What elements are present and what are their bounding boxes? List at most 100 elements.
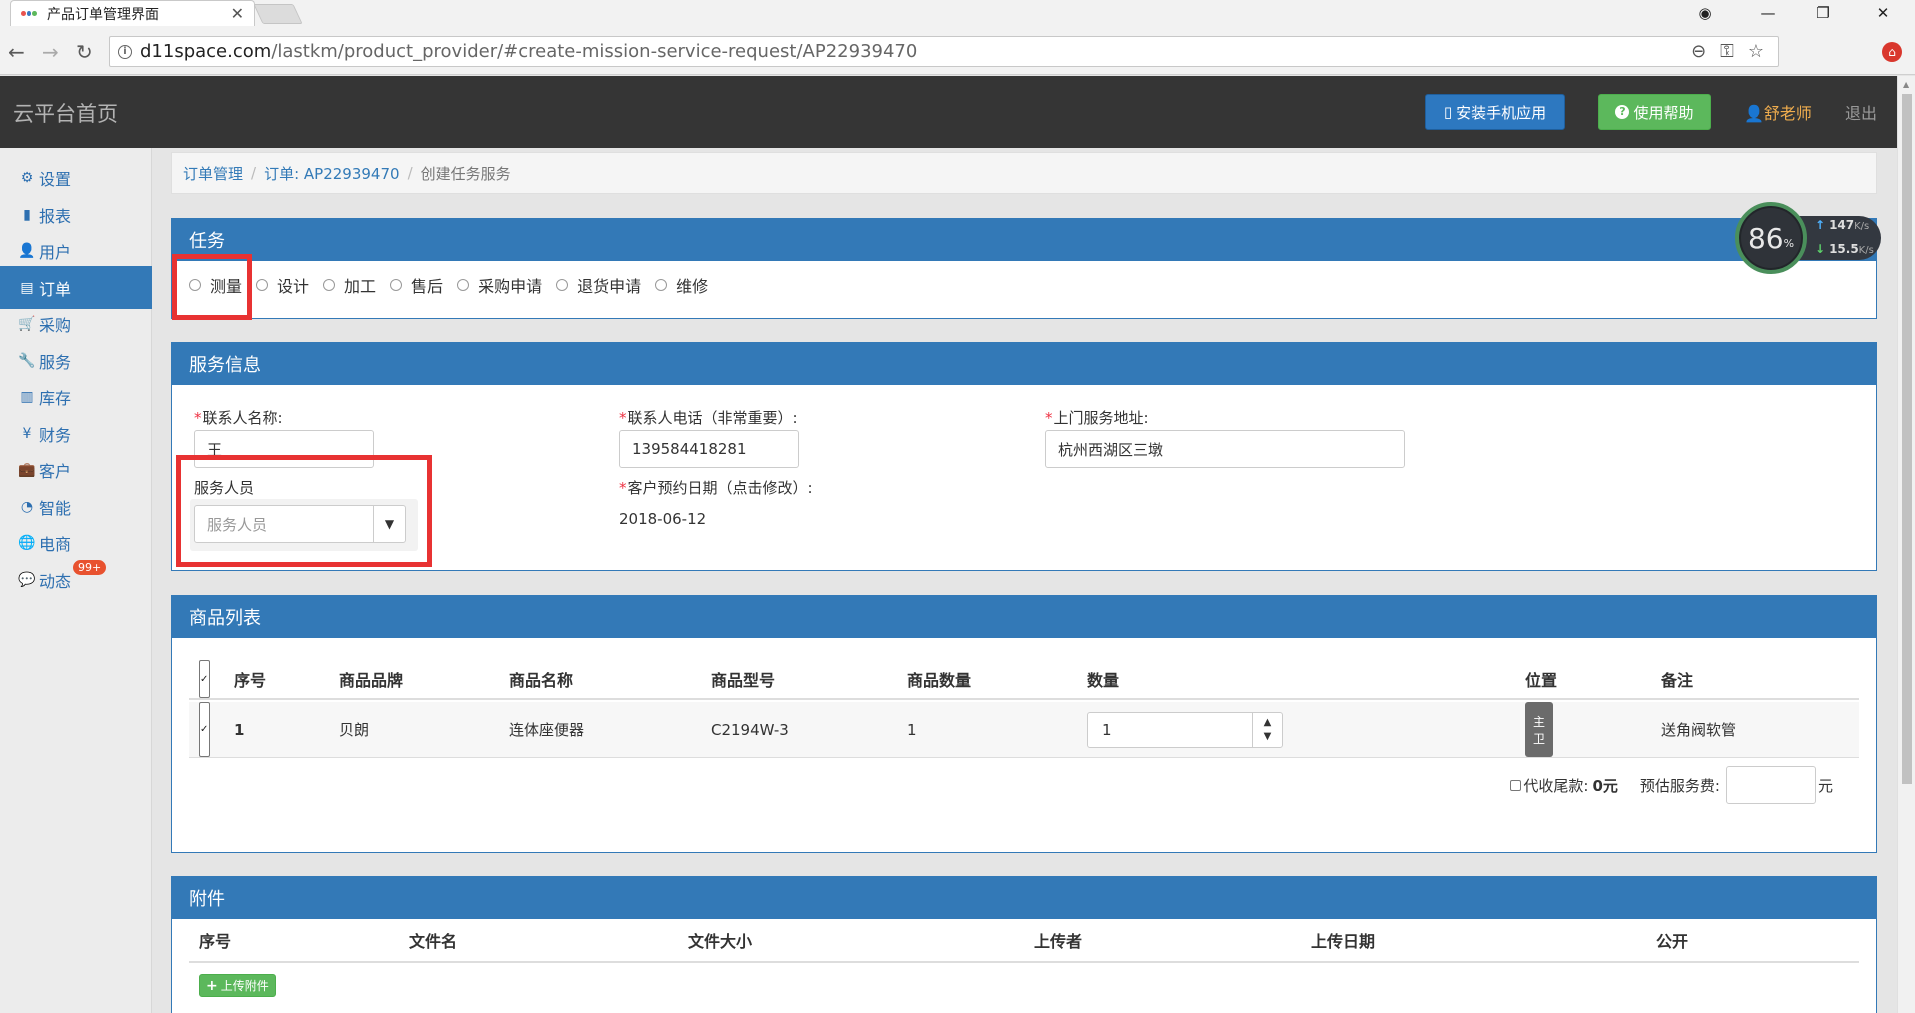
radio-circle[interactable] bbox=[390, 279, 403, 291]
column-header: 序号 bbox=[234, 671, 267, 690]
column-header: 商品品牌 bbox=[339, 671, 404, 690]
help-button[interactable]: ? 使用帮助 bbox=[1598, 94, 1711, 130]
panel-title: 附件 bbox=[172, 877, 1876, 919]
panel-title: 服务信息 bbox=[172, 343, 1876, 385]
quantity-stepper[interactable]: 1 ▲ ▼ bbox=[1087, 712, 1283, 748]
browser-tab[interactable]: 产品订单管理界面 ✕ bbox=[10, 0, 255, 26]
radio-circle[interactable] bbox=[323, 279, 336, 291]
upload-attachment-button[interactable]: + 上传附件 bbox=[199, 974, 276, 997]
task-radio-label: 退货申请 bbox=[577, 277, 642, 296]
collect-checkbox[interactable] bbox=[1510, 779, 1522, 791]
radio-circle[interactable] bbox=[556, 279, 569, 291]
contact-phone-input[interactable]: 139584418281 bbox=[619, 430, 799, 468]
radio-circle[interactable] bbox=[457, 279, 470, 291]
contact-name-label: *联系人名称: bbox=[194, 409, 283, 427]
zoom-icon[interactable]: ⊖ bbox=[1691, 41, 1706, 62]
fee-unit: 元 bbox=[1817, 776, 1833, 795]
restore-button[interactable]: ❐ bbox=[1800, 0, 1846, 26]
url-text: d11space.com/lastkm/product_provider/#cr… bbox=[140, 41, 918, 62]
task-panel: 任务 测量 设计 加工 售后 采购申请 退货申请 维修 bbox=[171, 218, 1877, 319]
address-input[interactable]: 杭州西湖区三墩 bbox=[1045, 430, 1405, 468]
task-type-radios: 测量 设计 加工 售后 采购申请 退货申请 维修 bbox=[189, 273, 722, 297]
radio-circle[interactable] bbox=[655, 279, 668, 291]
collect-label: 代收尾款: bbox=[1523, 776, 1589, 795]
sidebar-item-label: 库存 bbox=[39, 388, 72, 408]
download-arrow-icon: ↓ bbox=[1815, 242, 1826, 256]
extension-icon[interactable]: ⌂ bbox=[1882, 42, 1902, 62]
breadcrumb: 订单管理 / 订单: AP22939470 / 创建任务服务 bbox=[171, 152, 1877, 194]
breadcrumb-separator: / bbox=[251, 164, 257, 182]
info-icon[interactable]: i bbox=[118, 44, 132, 59]
address-bar[interactable]: i d11space.com/lastkm/product_provider/#… bbox=[109, 36, 1779, 67]
row-brand: 贝朗 bbox=[339, 721, 370, 739]
page-scrollbar[interactable]: ▲ bbox=[1897, 76, 1915, 1013]
sidebar: ⚙ 设置 ▮ 报表 👤 用户 ▤ 订单 🛒 采购 🔧 服务 ▥ 库存 ¥ 财务 💼 客户 ◔ 智能 🌐 电商 💬 动态 99+ bbox=[0, 148, 152, 1013]
column-header: 文件大小 bbox=[688, 932, 753, 951]
stepper-arrows-icon[interactable]: ▲ ▼ bbox=[1252, 713, 1282, 747]
task-radio[interactable]: 加工 bbox=[323, 273, 376, 297]
radio-circle[interactable] bbox=[256, 279, 269, 291]
breadcrumb-order[interactable]: 订单: AP22939470 bbox=[264, 163, 399, 184]
row-model: C2194W-3 bbox=[711, 720, 789, 739]
scroll-up-icon[interactable]: ▲ bbox=[1903, 80, 1909, 89]
column-header: 上传日期 bbox=[1311, 932, 1376, 951]
sidebar-item-label: 智能 bbox=[39, 498, 72, 518]
highlight-box bbox=[176, 455, 432, 567]
window-close-button[interactable]: ✕ bbox=[1858, 0, 1908, 26]
sidebar-item-label: 动态 bbox=[39, 571, 72, 591]
install-app-button[interactable]: ▯ 安装手机应用 bbox=[1425, 94, 1565, 130]
column-header: 文件名 bbox=[409, 932, 458, 951]
site-favicon-icon bbox=[21, 7, 38, 21]
sidebar-item-label: 设置 bbox=[39, 169, 72, 189]
back-arrow-icon[interactable]: ← bbox=[8, 40, 25, 64]
column-header: 公开 bbox=[1656, 932, 1689, 951]
minimize-button[interactable]: — bbox=[1745, 0, 1791, 26]
attachments-panel: 附件 序号 文件名 文件大小 上传者 上传日期 公开 + 上传附件 bbox=[171, 876, 1877, 1013]
column-header: 商品数量 bbox=[907, 671, 972, 690]
task-radio-label: 维修 bbox=[676, 277, 709, 296]
contact-phone-label: *联系人电话（非常重要）: bbox=[619, 409, 798, 427]
task-radio[interactable]: 维修 bbox=[655, 273, 708, 297]
tab-title: 产品订单管理界面 bbox=[47, 6, 159, 23]
task-radio[interactable]: 售后 bbox=[390, 273, 443, 297]
key-icon[interactable]: ⚿ bbox=[1720, 41, 1734, 62]
task-radio[interactable]: 退货申请 bbox=[556, 273, 641, 297]
bookmark-star-icon[interactable]: ☆ bbox=[1748, 41, 1764, 62]
highlight-box bbox=[172, 254, 252, 320]
forward-arrow-icon[interactable]: → bbox=[42, 40, 59, 64]
appointment-date-value[interactable]: 2018-06-12 bbox=[619, 510, 706, 528]
brand-home-link[interactable]: 云平台首页 bbox=[13, 98, 118, 128]
breadcrumb-orders[interactable]: 订单管理 bbox=[183, 163, 243, 184]
app-header: 云平台首页 ▯ 安装手机应用 ? 使用帮助 👤舒老师 退出 bbox=[0, 76, 1897, 148]
sidebar-item[interactable]: 💬 动态 99+ bbox=[0, 558, 152, 601]
percent-dial: 86% bbox=[1735, 202, 1807, 274]
location-badge: 主卫 bbox=[1525, 702, 1554, 757]
new-tab-button[interactable] bbox=[253, 4, 303, 24]
download-speed: ↓ 15.5K/s bbox=[1815, 242, 1874, 256]
reload-icon[interactable]: ↻ bbox=[76, 40, 93, 64]
task-radio[interactable]: 采购申请 bbox=[457, 273, 542, 297]
globe-icon: 🌐 bbox=[18, 534, 36, 551]
briefcase-icon: 💼 bbox=[18, 461, 36, 478]
sidebar-item-label: 服务 bbox=[39, 352, 72, 372]
task-radio[interactable]: 设计 bbox=[256, 273, 309, 297]
user-menu[interactable]: 👤舒老师 bbox=[1744, 100, 1812, 124]
breadcrumb-current: 创建任务服务 bbox=[420, 164, 511, 183]
sidebar-item-label: 财务 bbox=[39, 425, 72, 445]
user-icon: 👤 bbox=[1744, 104, 1764, 123]
wrench-icon: 🔧 bbox=[18, 352, 36, 369]
browser-tab-strip: 产品订单管理界面 ✕ ◉ — ❐ ✕ bbox=[0, 0, 1915, 26]
service-fee-input[interactable] bbox=[1725, 766, 1816, 804]
upload-speed: ↑ 147K/s bbox=[1815, 218, 1870, 232]
tab-close-icon[interactable]: ✕ bbox=[231, 4, 244, 23]
account-icon[interactable]: ◉ bbox=[1685, 0, 1725, 26]
column-header: 上传者 bbox=[1034, 932, 1083, 951]
row-count: 1 bbox=[907, 720, 917, 739]
task-radio-label: 采购申请 bbox=[478, 277, 543, 296]
logout-link[interactable]: 退出 bbox=[1845, 100, 1877, 124]
question-icon: ? bbox=[1615, 105, 1630, 119]
cart-icon: 🛒 bbox=[18, 315, 36, 332]
table-row: ✓ 1 贝朗 连体座便器 C2194W-3 1 1 ▲ ▼ 主卫 送角阀软管 bbox=[189, 702, 1859, 758]
scrollbar-thumb[interactable] bbox=[1902, 94, 1912, 784]
bar-chart-icon: ▮ bbox=[23, 206, 31, 223]
